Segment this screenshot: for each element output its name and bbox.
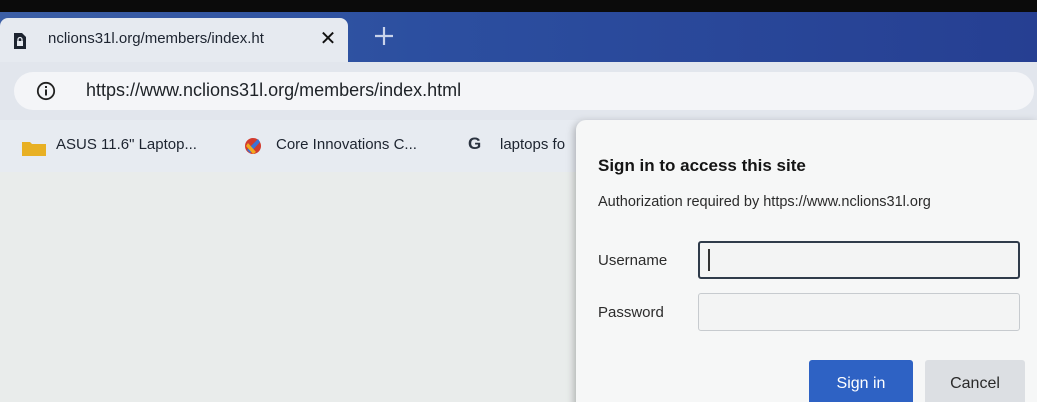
sign-in-button[interactable]: Sign in (809, 360, 913, 402)
password-input[interactable] (698, 293, 1020, 331)
info-icon[interactable] (36, 81, 56, 101)
bookmark-core-innovations[interactable]: Core Innovations C... (276, 136, 417, 158)
cancel-button[interactable]: Cancel (925, 360, 1025, 402)
core-innovations-icon (245, 138, 261, 154)
browser-toolbar: https://www.nclions31l.org/members/index… (0, 62, 1037, 120)
google-g-icon: G (468, 134, 482, 153)
auth-dialog: Sign in to access this site Authorizatio… (576, 120, 1037, 402)
tab-strip: nclions31l.org/members/index.ht ✕ (0, 12, 1037, 62)
new-tab-icon[interactable] (372, 24, 396, 48)
text-caret (708, 249, 710, 271)
browser-window: nclions31l.org/members/index.ht ✕ https:… (0, 12, 1037, 402)
bookmark-asus-laptop[interactable]: ASUS 11.6" Laptop... (56, 136, 197, 158)
tab-title: nclions31l.org/members/index.ht (48, 30, 264, 47)
dialog-title: Sign in to access this site (598, 156, 806, 175)
close-tab-icon[interactable]: ✕ (318, 28, 338, 50)
url-text[interactable]: https://www.nclions31l.org/members/index… (86, 80, 461, 101)
username-input[interactable] (698, 241, 1020, 279)
folder-icon (22, 142, 46, 156)
dialog-subtitle: Authorization required by https://www.nc… (598, 194, 931, 210)
password-label: Password (598, 304, 664, 321)
page-lock-icon (14, 33, 26, 49)
username-label: Username (598, 252, 668, 269)
active-tab[interactable]: nclions31l.org/members/index.ht ✕ (0, 18, 348, 62)
address-bar[interactable]: https://www.nclions31l.org/members/index… (14, 72, 1034, 110)
bookmark-laptops[interactable]: laptops fo (500, 136, 572, 158)
